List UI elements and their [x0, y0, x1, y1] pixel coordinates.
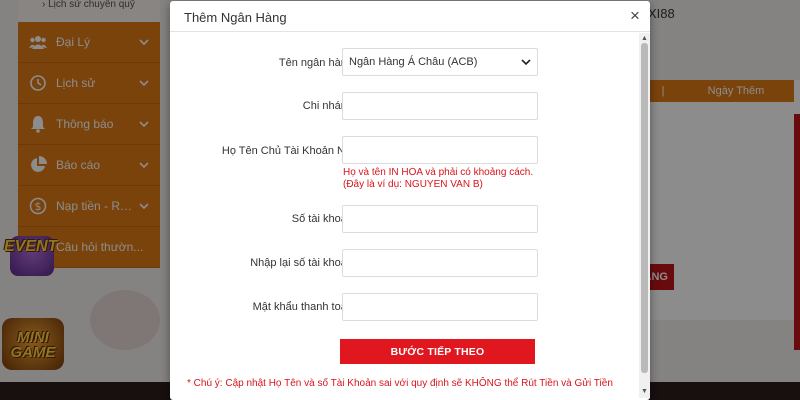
confirm-account-number-label: Nhập lại số tài khoản: [250, 257, 356, 269]
payment-password-input[interactable] [342, 293, 538, 321]
close-icon[interactable]: × [626, 7, 644, 25]
bank-name-selected-value: Ngân Hàng Á Châu (ACB) [349, 56, 478, 68]
modal-title: Thêm Ngân Hàng [184, 10, 287, 25]
scroll-down-icon[interactable]: ▼ [641, 388, 648, 395]
warning-note: * Chú ý: Cập nhật Họ Tên và số Tài Khoản… [187, 378, 613, 389]
branch-input[interactable] [342, 92, 538, 120]
scroll-up-icon[interactable]: ▲ [641, 35, 648, 42]
next-step-button[interactable]: BƯỚC TIẾP THEO [340, 339, 535, 364]
account-holder-label: Họ Tên Chủ Tài Khoản NH: [221, 145, 356, 157]
chevron-down-icon [521, 57, 531, 67]
confirm-account-number-input[interactable] [342, 249, 538, 277]
account-holder-hint: Họ và tên IN HOA và phải có khoảng cách.… [343, 167, 534, 190]
add-bank-modal: Thêm Ngân Hàng × Tên ngân hàng: Ngân Hàn… [170, 1, 650, 400]
modal-scrollbar[interactable]: ▲ ▼ [639, 33, 650, 398]
bank-name-select[interactable]: Ngân Hàng Á Châu (ACB) [342, 48, 538, 76]
payment-password-label: Mật khẩu thanh toán: [252, 301, 356, 313]
modal-header: Thêm Ngân Hàng × [170, 1, 650, 32]
account-holder-input[interactable] [342, 136, 538, 164]
scrollbar-thumb[interactable] [641, 43, 648, 373]
account-number-input[interactable] [342, 205, 538, 233]
